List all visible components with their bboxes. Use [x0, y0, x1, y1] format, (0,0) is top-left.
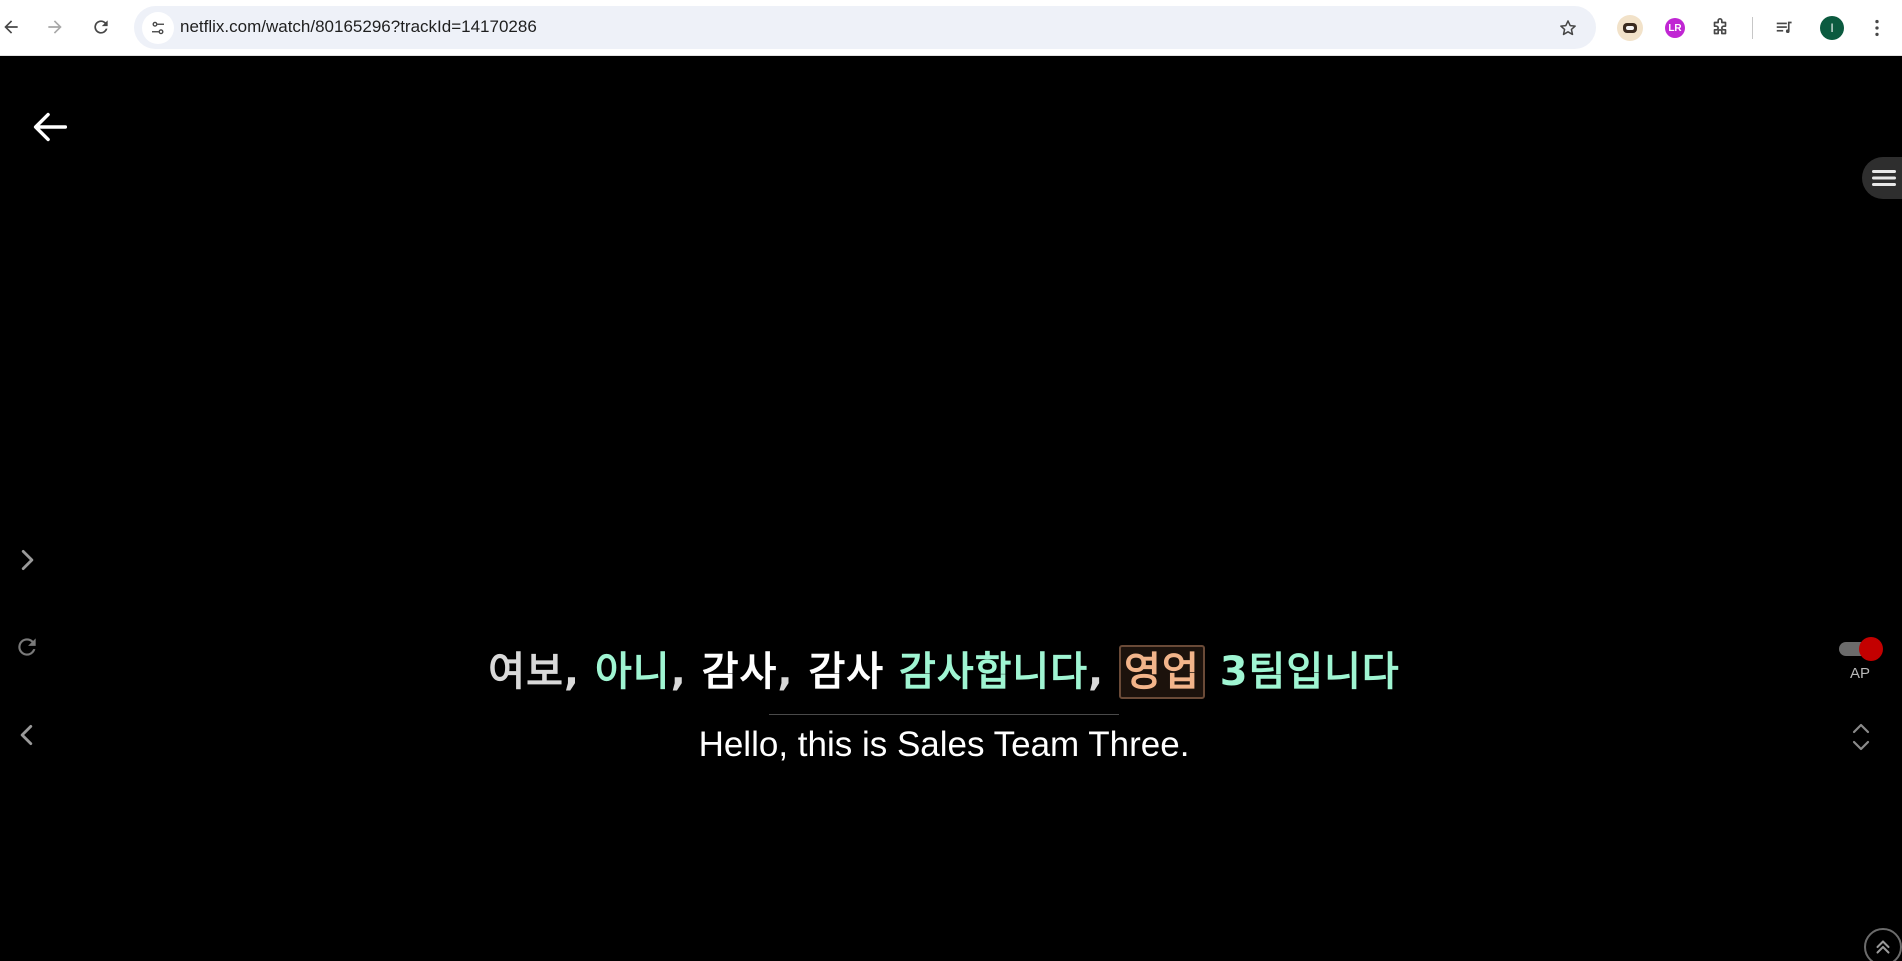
subtitle-punctuation: ,: [563, 649, 595, 695]
subtitle-word[interactable]: 감사: [808, 647, 884, 697]
autopause-label: AP: [1849, 665, 1870, 682]
subtitle-word[interactable]: 3팀입니다: [1220, 647, 1400, 697]
browser-toolbar: netflix.com/watch/80165296?trackId=14170…: [0, 0, 1902, 56]
browser-menu-button[interactable]: [1860, 11, 1894, 45]
english-subtitle[interactable]: Hello, this is Sales Team Three.: [0, 725, 1888, 765]
media-controls-button[interactable]: [1768, 11, 1802, 45]
hamburger-icon: [1872, 170, 1896, 186]
unfold-icon: [1852, 723, 1870, 751]
chevron-right-icon: [21, 549, 34, 571]
subtitle-word[interactable]: 아니: [595, 647, 671, 697]
extension-cat-button[interactable]: [1613, 11, 1647, 45]
side-menu-button[interactable]: [1862, 157, 1902, 199]
toolbar-divider: [1752, 17, 1753, 39]
arrow-left-icon: [33, 112, 68, 142]
tune-icon: [152, 21, 164, 35]
subtitle-space: [884, 647, 899, 697]
forward-button[interactable]: [38, 10, 72, 44]
reload-icon: [94, 20, 108, 34]
subtitle-punctuation: ,: [670, 649, 702, 695]
toggle-knob: [1859, 637, 1883, 661]
site-info-button[interactable]: [142, 12, 174, 44]
cat-extension-icon: [1617, 15, 1643, 41]
subtitle-word[interactable]: 감사: [702, 647, 778, 697]
player-back-button[interactable]: [24, 101, 76, 153]
address-bar[interactable]: netflix.com/watch/80165296?trackId=14170…: [134, 6, 1596, 49]
subtitle-word[interactable]: 여보: [488, 647, 564, 697]
reload-button[interactable]: [84, 10, 118, 44]
next-subtitle-button[interactable]: [10, 543, 44, 577]
scroll-top-button[interactable]: [1864, 928, 1902, 961]
arrow-right-icon: [48, 20, 62, 34]
arrow-left-icon: [4, 20, 18, 34]
video-player[interactable]: 여보, 아니, 감사, 감사 감사합니다, 영업 3팀입니다 Hello, th…: [0, 57, 1902, 961]
puzzle-icon: [1713, 18, 1727, 35]
kebab-menu-icon: [1875, 19, 1879, 37]
url-text[interactable]: netflix.com/watch/80165296?trackId=14170…: [180, 17, 537, 37]
expand-subtitles-button[interactable]: [1849, 720, 1873, 754]
bookmark-button[interactable]: [1554, 14, 1582, 42]
subtitle-punctuation: ,: [1088, 649, 1120, 695]
profile-button[interactable]: I: [1815, 11, 1849, 45]
subtitle-punctuation: ,: [777, 649, 809, 695]
subtitle-word-highlighted[interactable]: 영업: [1119, 645, 1205, 699]
extension-lr-button[interactable]: LR: [1658, 11, 1692, 45]
lr-extension-icon: LR: [1665, 18, 1685, 38]
korean-subtitle[interactable]: 여보, 아니, 감사, 감사 감사합니다, 영업 3팀입니다: [0, 645, 1888, 699]
double-chevron-up-icon: [1876, 940, 1890, 954]
subtitle-divider: [769, 714, 1119, 715]
subtitle-word[interactable]: 감사합니다: [899, 647, 1088, 697]
media-queue-icon: [1776, 21, 1792, 34]
star-icon: [1560, 20, 1576, 36]
extensions-button[interactable]: [1703, 11, 1737, 45]
avatar: I: [1820, 16, 1844, 40]
subtitle-space: [1205, 647, 1220, 697]
back-button[interactable]: [0, 10, 28, 44]
autopause-toggle[interactable]: [1839, 637, 1883, 661]
